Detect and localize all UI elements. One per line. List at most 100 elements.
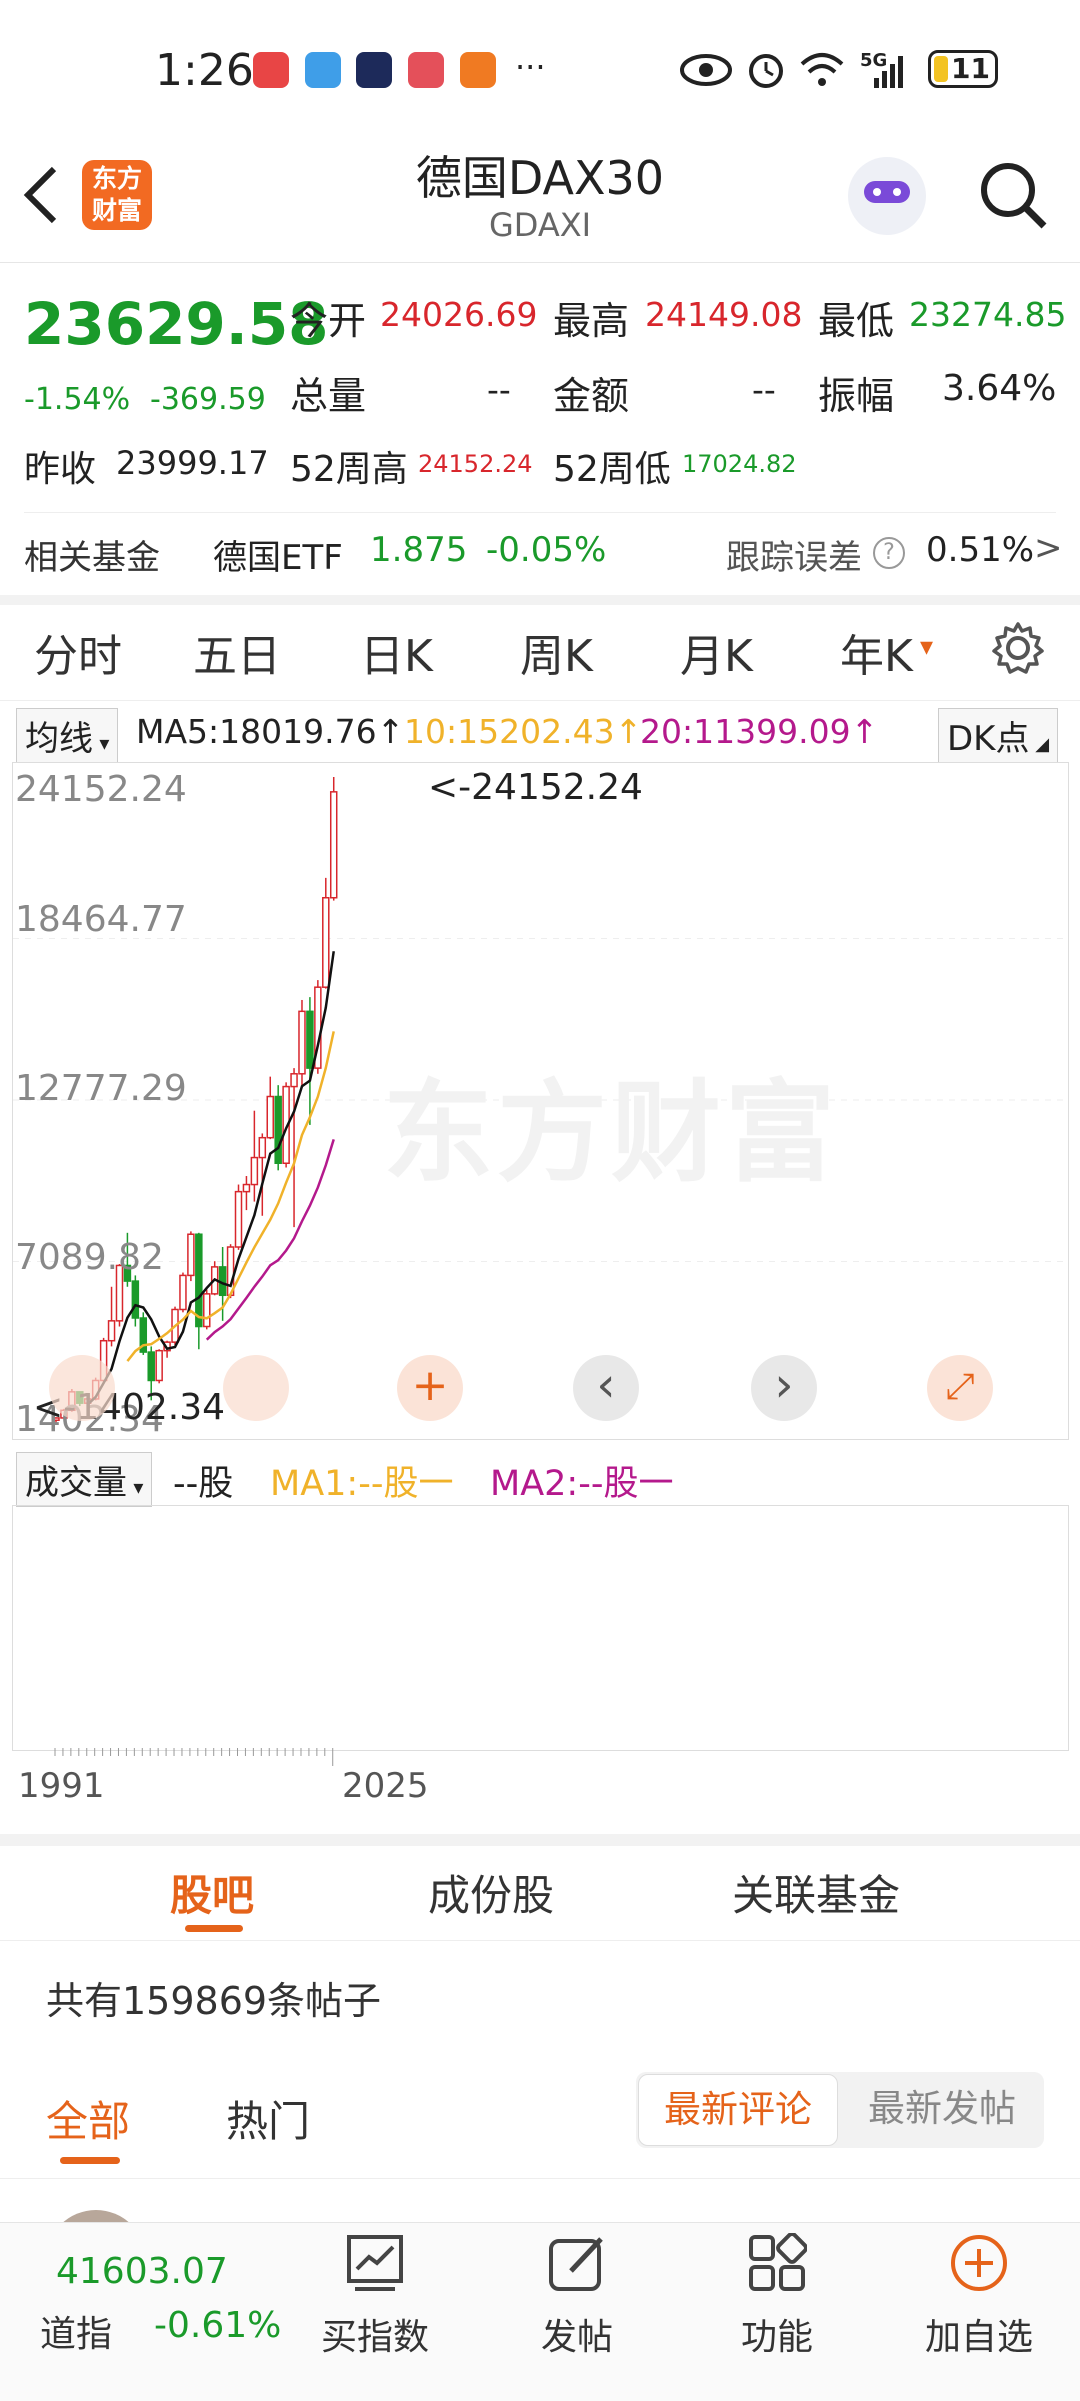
- low-value: 23274.85: [909, 295, 1067, 334]
- prev-close-label: 昨收: [24, 449, 97, 490]
- filter-hot[interactable]: 热门: [226, 2088, 310, 2149]
- x-label-start: 1991: [18, 1766, 105, 1806]
- tab-dropdown-icon[interactable]: ▾: [920, 632, 933, 662]
- zoom-out-control[interactable]: [223, 1355, 289, 1421]
- nav-buy-index[interactable]: 买指数: [300, 2223, 450, 2360]
- active-tab-indicator: [185, 1925, 243, 1932]
- huawei-app-icon: [253, 52, 289, 88]
- volume-selector[interactable]: 成交量 ▾: [16, 1452, 153, 1507]
- candle-body: [203, 1293, 211, 1328]
- related-fund-label: 相关基金: [24, 538, 160, 578]
- chevron-right-icon[interactable]: >: [1034, 528, 1063, 568]
- browser-app-icon: [305, 52, 341, 88]
- ma-selector[interactable]: 均线 ▾: [16, 708, 119, 763]
- volume-value: --股: [173, 1464, 234, 1504]
- scroll-left-control[interactable]: [49, 1355, 115, 1421]
- tab-guba[interactable]: 股吧: [170, 1862, 254, 1923]
- y-label-3: 7089.82: [15, 1237, 164, 1278]
- candle-body: [322, 896, 330, 988]
- candle-body: [298, 1010, 306, 1075]
- y-label-1: 18464.77: [15, 899, 187, 940]
- sort-latest-comment[interactable]: 最新评论: [638, 2074, 838, 2146]
- next-button[interactable]: ›: [751, 1355, 817, 1421]
- candle-body: [250, 1156, 259, 1186]
- tab-yearly-k[interactable]: 年K: [840, 620, 913, 684]
- tab-five-day[interactable]: 五日: [193, 620, 281, 684]
- settings-gear-icon[interactable]: [990, 620, 1046, 676]
- change-amount: -369.59: [150, 382, 266, 417]
- tab-daily-k[interactable]: 日K: [360, 620, 433, 684]
- filter-indicator: [60, 2157, 120, 2164]
- nav-post[interactable]: 发帖: [502, 2223, 652, 2360]
- candle-body: [195, 1233, 203, 1328]
- tab-constituents[interactable]: 成份股: [428, 1862, 554, 1923]
- high-label: 最高: [553, 299, 630, 343]
- nav-add-label: 加自选: [924, 2317, 1033, 2358]
- candle-body: [258, 1136, 267, 1159]
- candle-body: [155, 1349, 163, 1382]
- candle-body: [107, 1320, 116, 1342]
- nav-add-watchlist[interactable]: 加自选: [904, 2223, 1054, 2360]
- ma5-value: MA5:18019.76↑: [136, 712, 405, 751]
- prev-close-value: 23999.17: [116, 444, 269, 482]
- 618-app-icon: [356, 52, 392, 88]
- fund-name[interactable]: 德国ETF: [213, 530, 343, 579]
- change-percent: -1.54%: [24, 382, 131, 417]
- eye-icon: [680, 54, 732, 86]
- volume-chart[interactable]: [12, 1505, 1069, 1751]
- grid-icon: [749, 2232, 808, 2291]
- dk-label: DK点: [947, 719, 1030, 759]
- week52-low-label: 52周低: [553, 449, 671, 490]
- open-value: 24026.69: [380, 295, 538, 334]
- open-label: 今开: [290, 299, 367, 343]
- status-bar: 1:26 ··· 5G 11: [0, 0, 1080, 140]
- x-axis-ticks: [54, 1748, 334, 1766]
- ma-selector-label: 均线: [25, 719, 93, 759]
- week52-high-label: 52周高: [290, 449, 408, 490]
- tab-related-funds[interactable]: 关联基金: [732, 1862, 900, 1923]
- ma20-value: 20:11399.09↑: [640, 712, 879, 751]
- week52-high-value: 24152.24: [418, 450, 533, 478]
- sort-latest-post[interactable]: 最新发帖: [842, 2074, 1042, 2146]
- candle-body: [266, 1095, 274, 1139]
- index-ticker[interactable]: 41603.07 道指 -0.61%: [0, 2223, 290, 2401]
- fullscreen-button[interactable]: ⤢: [927, 1355, 993, 1421]
- y-label-2: 12777.29: [15, 1068, 187, 1109]
- amplitude-label: 振幅: [818, 374, 895, 418]
- related-fund-row[interactable]: 相关基金 德国ETF 1.875 -0.05% 跟踪误差 ? 0.51% >: [0, 515, 1080, 595]
- tab-monthly-k[interactable]: 月K: [680, 620, 753, 684]
- wifi-icon: [800, 53, 844, 86]
- signal-icon: [874, 56, 903, 88]
- candle-body: [290, 1073, 298, 1088]
- candle-body: [187, 1233, 195, 1277]
- prev-button[interactable]: ‹: [573, 1355, 639, 1421]
- ma20-line: [205, 1138, 335, 1341]
- nav-buy-index-label: 买指数: [320, 2317, 429, 2358]
- robot-assistant-icon[interactable]: [848, 157, 926, 235]
- search-icon[interactable]: [978, 160, 1048, 230]
- fund-price: 1.875: [370, 530, 468, 570]
- amount-label: 金额: [553, 374, 630, 418]
- battery-level: 11: [951, 52, 990, 85]
- high-value: 24149.08: [645, 295, 803, 334]
- volume-selector-dropdown-icon: ▾: [127, 1475, 144, 1499]
- tab-intraday[interactable]: 分时: [34, 620, 122, 684]
- candle-body: [234, 1190, 243, 1248]
- help-icon[interactable]: ?: [873, 537, 905, 569]
- tab-weekly-k[interactable]: 周K: [520, 620, 593, 684]
- ma10-value: 10:15202.43↑: [404, 712, 643, 751]
- dk-point-toggle[interactable]: DK点 ◢: [938, 708, 1059, 763]
- add-circle-icon: [951, 2235, 1007, 2291]
- index-ticker-change: -0.61%: [154, 2305, 282, 2346]
- zoom-in-button[interactable]: +: [397, 1355, 463, 1421]
- index-ticker-value: 41603.07: [56, 2251, 228, 2292]
- divider: [0, 2178, 1080, 2179]
- kline-chart[interactable]: 东方财富 24152.24 18464.77 12777.29 7089.82 …: [12, 762, 1069, 1440]
- volume-ma2: MA2:--股一: [490, 1464, 674, 1504]
- max-marker: <-24152.24: [428, 767, 643, 808]
- dk-corner-icon: ◢: [1029, 734, 1050, 755]
- nav-function[interactable]: 功能: [702, 2223, 852, 2360]
- index-ticker-name: 道指: [40, 2314, 113, 2355]
- filter-all[interactable]: 全部: [46, 2088, 130, 2149]
